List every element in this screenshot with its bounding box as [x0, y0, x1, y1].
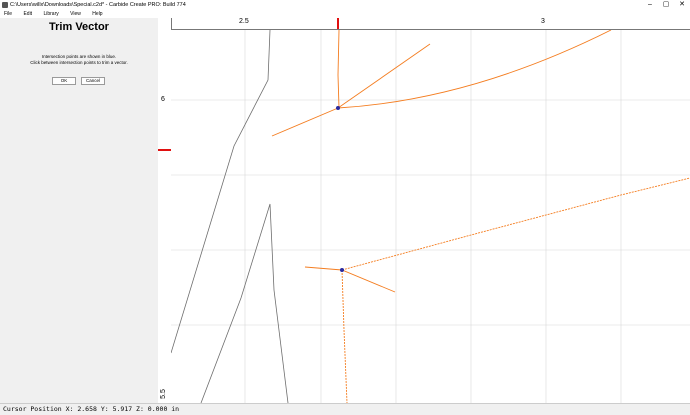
intersection-point: [336, 106, 340, 110]
ruler-label-2-5: 2.5: [239, 18, 249, 25]
gray-vector-1: [171, 30, 271, 354]
window-titlebar: C:\Users\willx\Downloads\Special.c2d* - …: [0, 0, 690, 10]
intersection-points[interactable]: [336, 106, 344, 272]
status-bar: Cursor Position X: 2.658 Y: 5.917 Z: 0.0…: [0, 403, 690, 415]
menu-help[interactable]: Help: [92, 10, 102, 18]
window-controls: – ▢ ✕: [642, 0, 690, 10]
orange-vector-lower: [341, 269, 348, 403]
gray-vectors[interactable]: [171, 30, 289, 403]
cancel-button[interactable]: Cancel: [81, 77, 105, 85]
maximize-button[interactable]: ▢: [658, 0, 674, 10]
ok-button[interactable]: OK: [52, 77, 76, 85]
menu-bar: File Edit Library View Help: [0, 10, 690, 18]
menu-edit[interactable]: Edit: [23, 10, 32, 18]
canvas-svg: [171, 30, 690, 403]
ruler-label-3: 3: [541, 18, 545, 25]
cursor-x-marker: [337, 18, 339, 29]
orange-vector-dashed: [341, 177, 690, 271]
menu-file[interactable]: File: [4, 10, 12, 18]
close-button[interactable]: ✕: [674, 0, 690, 10]
panel-instruction-1: Intersection points are shown in blue.: [41, 54, 117, 59]
orange-vector-curve: [337, 30, 612, 109]
menu-view[interactable]: View: [70, 10, 81, 18]
vertical-ruler[interactable]: 6 5.5: [158, 18, 172, 403]
ruler-label-5-5: 5.5: [159, 389, 167, 399]
cursor-position: Cursor Position X: 2.658 Y: 5.917 Z: 0.0…: [3, 405, 180, 413]
ruler-label-6: 6: [161, 96, 165, 103]
horizontal-ruler[interactable]: 2.5 3: [171, 18, 690, 30]
trim-vector-panel: Trim Vector Intersection points are show…: [0, 18, 159, 403]
cursor-y-marker: [158, 149, 171, 151]
minimize-button[interactable]: –: [642, 0, 658, 10]
orange-vector-diagonal: [271, 43, 431, 137]
grid-lines: [171, 30, 690, 403]
panel-title: Trim Vector: [49, 21, 109, 33]
window-title: C:\Users\willx\Downloads\Special.c2d* - …: [10, 2, 186, 8]
design-canvas[interactable]: [171, 30, 690, 403]
gray-vector-2: [200, 203, 289, 403]
orange-vectors[interactable]: [271, 30, 690, 403]
orange-vector-branch: [304, 266, 396, 293]
panel-instruction-2: Click between intersection points to tri…: [30, 60, 128, 65]
app-icon: [2, 2, 8, 8]
orange-vector-vertical: [337, 30, 340, 109]
intersection-point: [340, 268, 344, 272]
menu-library[interactable]: Library: [43, 10, 58, 18]
